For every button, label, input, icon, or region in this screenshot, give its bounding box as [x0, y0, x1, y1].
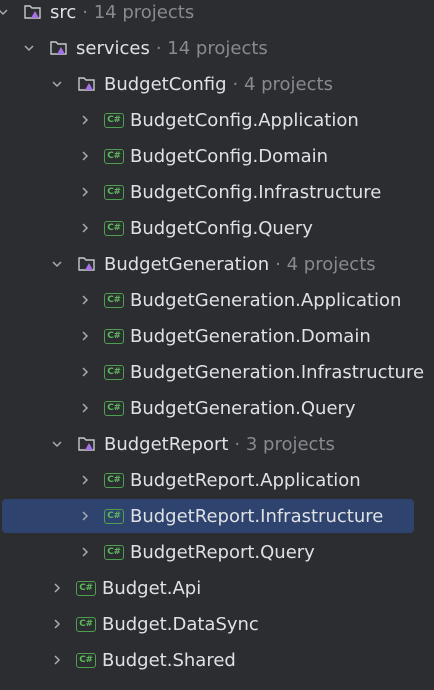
- csharp-project-icon: C#: [104, 220, 124, 236]
- tree-row-label: BudgetGeneration.Query: [130, 397, 356, 419]
- tree-row-label: services: [76, 37, 150, 59]
- tree-row-label: Budget.Api: [102, 577, 202, 599]
- tree-row-project[interactable]: C# BudgetGeneration.Application: [0, 282, 434, 318]
- csharp-project-icon: C#: [104, 472, 124, 488]
- tree-row-label: BudgetGeneration: [104, 253, 270, 275]
- folder-icon: [76, 434, 98, 454]
- chevron-down-icon[interactable]: [50, 77, 64, 91]
- tree-row-label: BudgetConfig.Query: [130, 217, 313, 239]
- csharp-project-icon: C#: [104, 112, 124, 128]
- tree-row-label: src: [50, 1, 77, 23]
- tree-row-project[interactable]: C# Budget.Api: [0, 570, 434, 606]
- chevron-right-icon[interactable]: [78, 149, 92, 163]
- tree-row-budgetgeneration[interactable]: BudgetGeneration · 4 projects: [0, 246, 434, 282]
- tree-row-label: BudgetConfig.Application: [130, 109, 359, 131]
- chevron-right-icon[interactable]: [78, 401, 92, 415]
- chevron-right-icon[interactable]: [78, 293, 92, 307]
- csharp-project-icon: C#: [104, 508, 124, 524]
- tree-row-label: BudgetConfig.Domain: [130, 145, 329, 167]
- tree-row-project[interactable]: C# BudgetGeneration.Infrastructure: [0, 354, 434, 390]
- tree-row-src[interactable]: src · 14 projects: [0, 0, 434, 30]
- tree-row-services[interactable]: services · 14 projects: [0, 30, 434, 66]
- tree-row-label: BudgetGeneration.Domain: [130, 325, 371, 347]
- chevron-right-icon[interactable]: [78, 509, 92, 523]
- tree-row-project[interactable]: C# BudgetReport.Application: [0, 462, 434, 498]
- tree-row-budgetreport[interactable]: BudgetReport · 3 projects: [0, 426, 434, 462]
- tree-row-label: BudgetReport: [104, 433, 229, 455]
- tree-row-project[interactable]: C# BudgetConfig.Query: [0, 210, 434, 246]
- tree-row-project[interactable]: C# BudgetGeneration.Domain: [0, 318, 434, 354]
- tree-row-label: BudgetGeneration.Application: [130, 289, 402, 311]
- tree-row-label: BudgetReport.Query: [130, 541, 315, 563]
- chevron-right-icon[interactable]: [78, 545, 92, 559]
- chevron-right-icon[interactable]: [78, 185, 92, 199]
- csharp-project-icon: C#: [104, 400, 124, 416]
- tree-row-project[interactable]: C# BudgetConfig.Application: [0, 102, 434, 138]
- tree-row-project[interactable]: C# Budget.Shared: [0, 642, 434, 678]
- csharp-project-icon: C#: [104, 148, 124, 164]
- csharp-project-icon: C#: [104, 184, 124, 200]
- tree-row-meta: · 4 projects: [232, 73, 333, 95]
- csharp-project-icon: C#: [104, 292, 124, 308]
- tree-row-budgetconfig[interactable]: BudgetConfig · 4 projects: [0, 66, 434, 102]
- tree-row-meta: · 4 projects: [275, 253, 376, 275]
- tree-row-meta: · 14 projects: [82, 1, 195, 23]
- folder-icon: [76, 254, 98, 274]
- chevron-down-icon[interactable]: [0, 5, 10, 19]
- csharp-project-icon: C#: [104, 544, 124, 560]
- tree-row-label: Budget.DataSync: [102, 613, 259, 635]
- tree-row-label: BudgetConfig: [104, 73, 227, 95]
- chevron-right-icon[interactable]: [78, 113, 92, 127]
- csharp-project-icon: C#: [76, 652, 96, 668]
- chevron-down-icon[interactable]: [50, 437, 64, 451]
- csharp-project-icon: C#: [104, 364, 124, 380]
- chevron-down-icon[interactable]: [22, 41, 36, 55]
- chevron-right-icon[interactable]: [78, 329, 92, 343]
- folder-icon: [48, 38, 70, 58]
- tree-row-label: Budget.Shared: [102, 649, 236, 671]
- chevron-down-icon[interactable]: [50, 257, 64, 271]
- tree-row-meta: · 3 projects: [234, 433, 335, 455]
- tree-row-label: BudgetReport.Infrastructure: [130, 505, 384, 527]
- tree-row-meta: · 14 projects: [155, 37, 268, 59]
- csharp-project-icon: C#: [104, 328, 124, 344]
- tree-row-project[interactable]: C# Budget.DataSync: [0, 606, 434, 642]
- chevron-right-icon[interactable]: [78, 365, 92, 379]
- tree-row-project[interactable]: C# BudgetConfig.Infrastructure: [0, 174, 434, 210]
- tree-row-label: BudgetConfig.Infrastructure: [130, 181, 382, 203]
- chevron-right-icon[interactable]: [50, 617, 64, 631]
- chevron-right-icon[interactable]: [78, 221, 92, 235]
- csharp-project-icon: C#: [76, 580, 96, 596]
- tree-row-label: BudgetReport.Application: [130, 469, 361, 491]
- folder-icon: [22, 2, 44, 22]
- project-tree: src · 14 projects services · 14 projects…: [0, 0, 434, 678]
- tree-row-project-selected[interactable]: C# BudgetReport.Infrastructure: [0, 498, 434, 534]
- tree-row-project[interactable]: C# BudgetGeneration.Query: [0, 390, 434, 426]
- folder-icon: [76, 74, 98, 94]
- chevron-right-icon[interactable]: [50, 653, 64, 667]
- chevron-right-icon[interactable]: [50, 581, 64, 595]
- chevron-right-icon[interactable]: [78, 473, 92, 487]
- tree-row-project[interactable]: C# BudgetConfig.Domain: [0, 138, 434, 174]
- tree-row-project[interactable]: C# BudgetReport.Query: [0, 534, 434, 570]
- csharp-project-icon: C#: [76, 616, 96, 632]
- tree-row-label: BudgetGeneration.Infrastructure: [130, 361, 425, 383]
